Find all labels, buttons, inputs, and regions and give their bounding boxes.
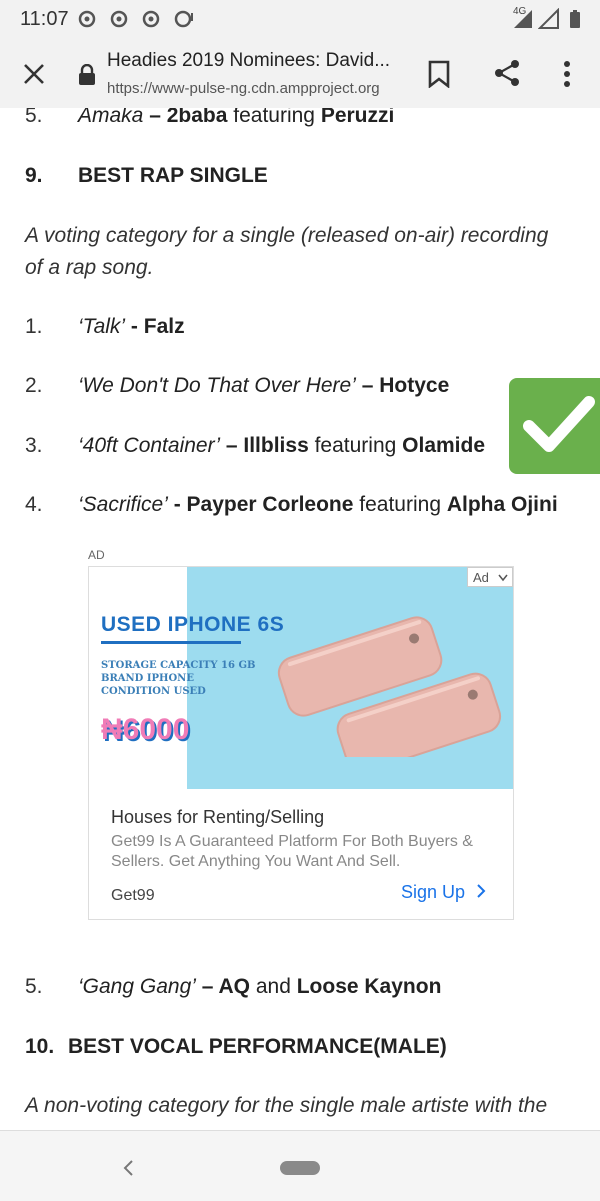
section-description: of a rap song. — [25, 256, 154, 279]
ad-body: Sellers. Get Anything You Want And Sell. — [111, 853, 401, 870]
section-heading: BEST VOCAL PERFORMANCE(MALE) — [68, 1035, 447, 1058]
artist-name: Alpha Ojini — [446, 493, 558, 516]
ad-spec: STORAGE CAPACITY 16 GB — [101, 660, 256, 671]
list-item: Amaka – 2baba featuring Peruzzi — [78, 108, 394, 128]
ad-choices[interactable]: Ad — [467, 567, 513, 587]
list-number: 4. — [25, 493, 43, 516]
section-description: A non-voting category for the single mal… — [25, 1094, 548, 1117]
list-item: ‘Talk’ - Falz — [78, 315, 185, 338]
battery-icon — [570, 10, 580, 28]
notification-icon — [78, 10, 96, 28]
list-item: ‘We Don't Do That Over Here’ – Hotyce — [78, 374, 450, 397]
artist-name: Illbliss — [243, 434, 309, 457]
system-nav-bar — [0, 1130, 600, 1201]
page-url[interactable]: https://www-pulse-ng.cdn.ampproject.org — [107, 80, 380, 97]
section-description: A voting category for a single (released… — [25, 224, 549, 247]
signal-icon — [514, 10, 532, 28]
bookmark-icon[interactable] — [428, 60, 450, 88]
ad-banner[interactable]: USED IPHONE 6S STORAGE CAPACITY 16 GB BR… — [89, 567, 513, 789]
status-bar: 11:07 4G — [0, 0, 600, 40]
artist-name: 2baba — [166, 108, 228, 127]
artist-name: Loose Kaynon — [296, 975, 442, 998]
chevron-right-icon — [476, 884, 485, 898]
ad-advertiser: Get99 — [111, 887, 155, 904]
ad-banner-title: USED IPHONE 6S — [101, 613, 285, 636]
ad-price: ₦6000 — [101, 713, 190, 746]
message-icon — [174, 10, 193, 28]
close-icon[interactable] — [22, 62, 46, 86]
song-title: ‘Talk’ — [78, 315, 126, 338]
artist-name: Payper Corleone — [186, 493, 354, 516]
iphone-image — [277, 616, 502, 757]
share-icon[interactable] — [492, 58, 522, 88]
ad-cta-button[interactable]: Sign Up — [401, 882, 486, 903]
ad-cta-label: Sign Up — [401, 882, 466, 902]
more-options-icon[interactable] — [562, 60, 572, 88]
notification-icon — [142, 10, 160, 28]
song-title: ‘Sacrifice’ — [78, 493, 168, 516]
artist-name: AQ — [218, 975, 251, 998]
song-title: Amaka — [78, 108, 144, 127]
status-time: 11:07 — [20, 8, 69, 30]
checkmark-icon — [523, 396, 595, 452]
home-button[interactable] — [280, 1161, 320, 1175]
lock-icon — [79, 64, 95, 85]
section-number: 10. — [25, 1035, 55, 1058]
ad-body: Get99 Is A Guaranteed Platform For Both … — [111, 833, 473, 850]
list-number: 5. — [25, 975, 43, 998]
list-number: 5. — [25, 108, 43, 127]
browser-toolbar: Headies 2019 Nominees: David... https://… — [0, 40, 600, 108]
signal-icon — [538, 8, 559, 29]
list-item: ‘Sacrifice’ - Payper Corleone featuring … — [78, 493, 558, 516]
page-title[interactable]: Headies 2019 Nominees: David... — [107, 50, 390, 72]
ad-label: AD — [88, 548, 105, 562]
back-icon[interactable] — [122, 1159, 134, 1177]
song-title: ‘40ft Container’ — [78, 434, 221, 457]
ad-card[interactable]: USED IPHONE 6S STORAGE CAPACITY 16 GB BR… — [88, 566, 514, 920]
notification-icon — [110, 10, 128, 28]
list-item: ‘40ft Container’ – Illbliss featuring Ol… — [78, 434, 486, 457]
section-number: 9. — [25, 164, 43, 187]
list-number: 2. — [25, 374, 43, 397]
artist-name: Peruzzi — [320, 108, 395, 127]
artist-name: Olamide — [402, 434, 486, 457]
artist-name: Falz — [143, 315, 185, 338]
ad-headline[interactable]: Houses for Renting/Selling — [111, 807, 324, 828]
ad-spec: BRAND IPHONE — [101, 673, 194, 684]
list-number: 3. — [25, 434, 43, 457]
section-heading: BEST RAP SINGLE — [78, 164, 268, 187]
list-number: 1. — [25, 315, 43, 338]
song-title: ‘We Don't Do That Over Here’ — [78, 374, 356, 397]
check-badge — [509, 378, 600, 474]
list-item: ‘Gang Gang’ – AQ and Loose Kaynon — [78, 975, 442, 998]
ad-spec: CONDITION USED — [101, 686, 206, 697]
artist-name: Hotyce — [379, 374, 450, 397]
article-content: 5. Amaka – 2baba featuring Peruzzi 9. BE… — [0, 108, 600, 1130]
chevron-down-icon — [498, 574, 508, 582]
ad-banner-underline — [101, 641, 241, 644]
ad-choices-label: Ad — [473, 570, 489, 585]
song-title: ‘Gang Gang’ — [78, 975, 196, 998]
